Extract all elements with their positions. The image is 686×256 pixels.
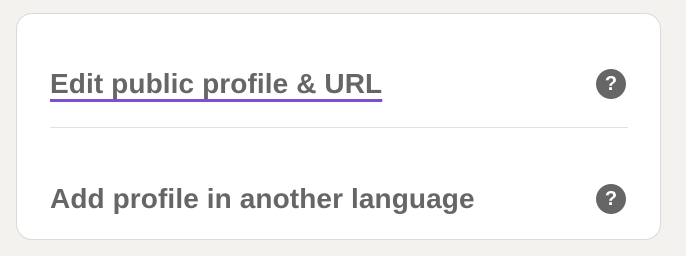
add-language-profile-link[interactable]: Add profile in another language [50, 185, 475, 213]
add-language-profile-row: Add profile in another language ? [50, 169, 628, 229]
question-circle-icon[interactable]: ? [596, 184, 626, 214]
profile-links-card: Edit public profile & URL ? Add profile … [16, 13, 661, 240]
question-circle-icon[interactable]: ? [596, 69, 626, 99]
divider [50, 127, 628, 128]
edit-public-profile-link[interactable]: Edit public profile & URL [50, 70, 382, 98]
edit-public-profile-row: Edit public profile & URL ? [50, 54, 628, 114]
